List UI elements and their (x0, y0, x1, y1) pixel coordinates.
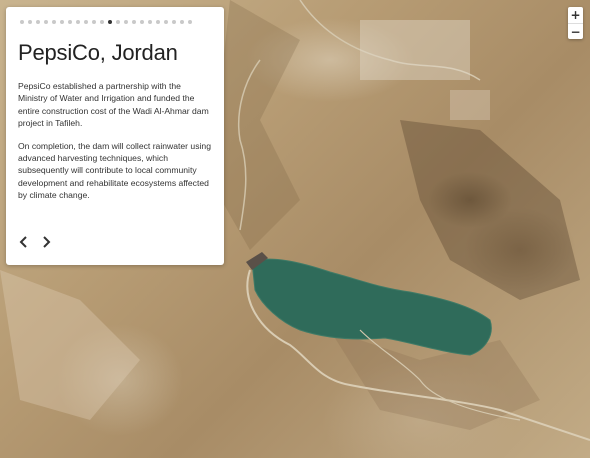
progress-dot[interactable] (60, 20, 64, 24)
zoom-out-button[interactable]: − (568, 23, 583, 39)
progress-dot[interactable] (188, 20, 192, 24)
progress-dot[interactable] (124, 20, 128, 24)
progress-dot[interactable] (68, 20, 72, 24)
zoom-in-button[interactable]: + (568, 7, 583, 23)
story-progress-dots (20, 20, 212, 26)
progress-dot[interactable] (20, 20, 24, 24)
previous-button[interactable] (17, 235, 29, 249)
progress-dot[interactable] (172, 20, 176, 24)
progress-dot[interactable] (116, 20, 120, 24)
progress-dot-active[interactable] (108, 20, 112, 24)
progress-dot[interactable] (100, 20, 104, 24)
progress-dot[interactable] (132, 20, 136, 24)
next-button[interactable] (41, 235, 53, 249)
progress-dot[interactable] (92, 20, 96, 24)
chevron-left-icon (19, 236, 27, 248)
zoom-control: + − (568, 7, 583, 39)
story-paragraph-1: PepsiCo established a partnership with t… (18, 81, 209, 129)
progress-dot[interactable] (156, 20, 160, 24)
progress-dot[interactable] (28, 20, 32, 24)
progress-dot[interactable] (84, 20, 88, 24)
story-body: PepsiCo established a partnership with t… (18, 80, 212, 202)
progress-dot[interactable] (180, 20, 184, 24)
progress-dot[interactable] (164, 20, 168, 24)
story-navigation (17, 235, 53, 249)
story-paragraph-2: On completion, the dam will collect rain… (18, 140, 211, 201)
story-title: PepsiCo, Jordan (18, 40, 178, 65)
progress-dot[interactable] (140, 20, 144, 24)
story-card: PepsiCo, Jordan PepsiCo established a pa… (6, 7, 224, 265)
chevron-right-icon (43, 236, 51, 248)
progress-dot[interactable] (148, 20, 152, 24)
progress-dot[interactable] (76, 20, 80, 24)
progress-dot[interactable] (44, 20, 48, 24)
progress-dot[interactable] (52, 20, 56, 24)
progress-dot[interactable] (36, 20, 40, 24)
